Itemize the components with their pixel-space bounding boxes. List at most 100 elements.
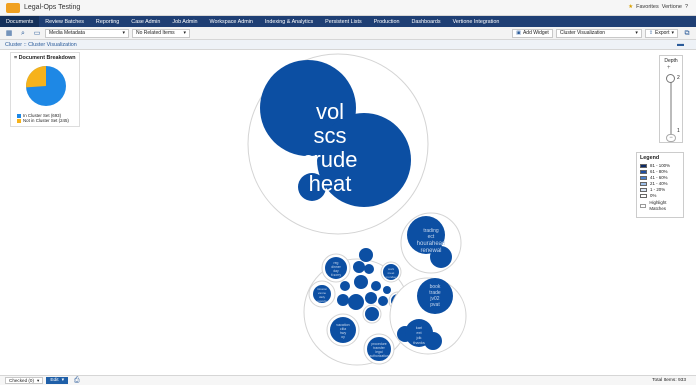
tab-dashboards[interactable]: Dashboards (405, 16, 446, 27)
legend-label: Not in Cluster Set (245) (23, 118, 69, 123)
visualization-select-value: Cluster Visualization (559, 30, 606, 36)
header-right: ★ Favorites Vertione ? (628, 4, 688, 10)
depth-slider-handle[interactable] (666, 74, 675, 83)
cluster-node[interactable] (340, 281, 350, 291)
tab-documents[interactable]: Documents (0, 16, 40, 27)
tab-indexing-analytics[interactable]: Indexing & Analytics (259, 16, 319, 27)
cluster-word: thanks (413, 340, 425, 345)
document-breakdown-panel: = Document Breakdown In Cluster Set (693… (10, 52, 80, 127)
zoom-out-icon[interactable]: − (666, 134, 676, 142)
cluster-node[interactable] (365, 307, 379, 321)
cluster-node[interactable] (383, 286, 391, 294)
cluster-node[interactable] (364, 264, 374, 274)
legend-highlight[interactable]: Highlight Matches (640, 200, 680, 212)
chevron-down-icon: ▾ (635, 30, 638, 36)
star-icon[interactable]: ★ (628, 4, 633, 10)
legend-swatch (17, 113, 21, 118)
cluster-word: vol (316, 99, 344, 124)
cluster-word: monday (386, 275, 397, 279)
add-widget-label: Add Widget (522, 30, 549, 36)
cluster-node[interactable] (353, 261, 365, 273)
checked-select-value: Checked (0) (9, 378, 35, 383)
print-icon[interactable]: ⎙ (74, 377, 80, 385)
widget-header: Cluster :: Cluster Visualization ▬ (0, 40, 696, 50)
main-nav: Documents Review Batches Reporting Case … (0, 16, 696, 27)
chevron-down-icon: ▾ (122, 30, 125, 36)
legend-swatch (640, 176, 647, 180)
cluster-word: scs (314, 123, 347, 148)
grid-icon[interactable]: ▦ (4, 29, 14, 38)
related-select[interactable]: No Related Items ▾ (132, 28, 190, 38)
cluster-node[interactable] (354, 275, 368, 289)
checked-select[interactable]: Checked (0) ▾ (5, 377, 44, 384)
chevron-down-icon: ▾ (183, 30, 186, 36)
view-select[interactable]: Media Metadata ▾ (45, 28, 129, 38)
legend-swatch (17, 118, 21, 123)
popout-icon[interactable]: ⧉ (682, 29, 692, 38)
cluster-word: crude (302, 147, 357, 172)
edit-label: Edit (50, 378, 59, 383)
breakdown-pie-chart (26, 66, 66, 106)
help-link[interactable]: ? (685, 4, 688, 10)
cluster-word: oy (341, 335, 345, 339)
cluster-visualization: vol scs crude heat trading ect hourahead… (5, 50, 691, 372)
print-icon[interactable]: ▬ (677, 41, 684, 48)
cluster-word: heat (309, 171, 352, 196)
breakdown-legend-out: Not in Cluster Set (245) (17, 118, 79, 123)
legend-label: 0% (650, 193, 657, 198)
cluster-node[interactable] (365, 292, 377, 304)
pie-slice-not-in-cluster[interactable] (26, 66, 46, 88)
tab-case-admin[interactable]: Case Admin (125, 16, 166, 27)
legend-swatch (640, 188, 647, 192)
tab-reporting[interactable]: Reporting (90, 16, 125, 27)
legend-swatch (640, 170, 647, 174)
tab-vertione-integration[interactable]: Vertione Integration (447, 16, 506, 27)
cluster-node[interactable] (378, 296, 388, 306)
cluster-node[interactable] (348, 294, 364, 310)
chevron-down-icon: ▾ (671, 30, 674, 36)
highlight-swatch (640, 204, 647, 208)
depth-panel: Depth + 2 1 − (659, 55, 683, 143)
depth-slider-track[interactable] (670, 76, 672, 134)
chevron-down-icon: ▾ (37, 377, 40, 383)
user-menu[interactable]: Vertione (662, 4, 682, 10)
toolbar: ▦ ⌕ ▭ Media Metadata ▾ No Related Items … (0, 27, 696, 40)
cluster-word: ect (428, 234, 435, 240)
add-widget-button[interactable]: ▣ Add Widget (512, 28, 553, 38)
app-header: Legal-Ops Testing ★ Favorites Vertione ? (0, 0, 696, 16)
chevron-down-icon: ▾ (61, 378, 65, 383)
export-icon: ⇪ (648, 30, 654, 36)
view-select-value: Media Metadata (49, 30, 85, 36)
bottom-bar: Checked (0) ▾ Edit ▾ ⎙ Total Items: 933 (0, 375, 696, 385)
legend-swatch (640, 164, 647, 168)
legend-title: Legend (640, 155, 660, 161)
cluster-node[interactable] (424, 332, 442, 350)
tab-review-batches[interactable]: Review Batches (39, 16, 90, 27)
favorites-link[interactable]: Favorites (636, 4, 659, 10)
cluster-word: reports (317, 299, 327, 303)
app-logo (6, 2, 20, 13)
cluster-node[interactable] (371, 281, 381, 291)
legend-swatch (640, 194, 647, 198)
folder-icon[interactable]: ▭ (32, 29, 42, 38)
total-items: Total Items: 933 (652, 378, 686, 383)
widget-title[interactable]: Cluster :: Cluster Visualization (5, 42, 77, 48)
cluster-word: hourahead (417, 241, 446, 247)
tab-workspace-admin[interactable]: Workspace Admin (204, 16, 259, 27)
zoom-in-icon[interactable]: + (667, 65, 671, 71)
related-select-value: No Related Items (136, 30, 175, 36)
tab-job-admin[interactable]: Job Admin (166, 16, 203, 27)
cluster-word: pvat (430, 302, 440, 308)
depth-title: Depth (664, 58, 678, 64)
tab-persistent-lists[interactable]: Persistent Lists (319, 16, 368, 27)
visualization-select[interactable]: Cluster Visualization ▾ (555, 28, 642, 38)
edit-button[interactable]: Edit ▾ (46, 377, 69, 384)
tab-production[interactable]: Production (368, 16, 406, 27)
search-icon[interactable]: ⌕ (18, 29, 28, 38)
app-title: Legal-Ops Testing (24, 4, 81, 11)
widget-icon: ▣ (516, 30, 521, 36)
cluster-node[interactable] (359, 248, 373, 262)
cluster-word: it.sorry (331, 273, 341, 277)
export-button[interactable]: ⇪ Export ▾ (644, 28, 678, 38)
cluster-node[interactable] (337, 294, 349, 306)
